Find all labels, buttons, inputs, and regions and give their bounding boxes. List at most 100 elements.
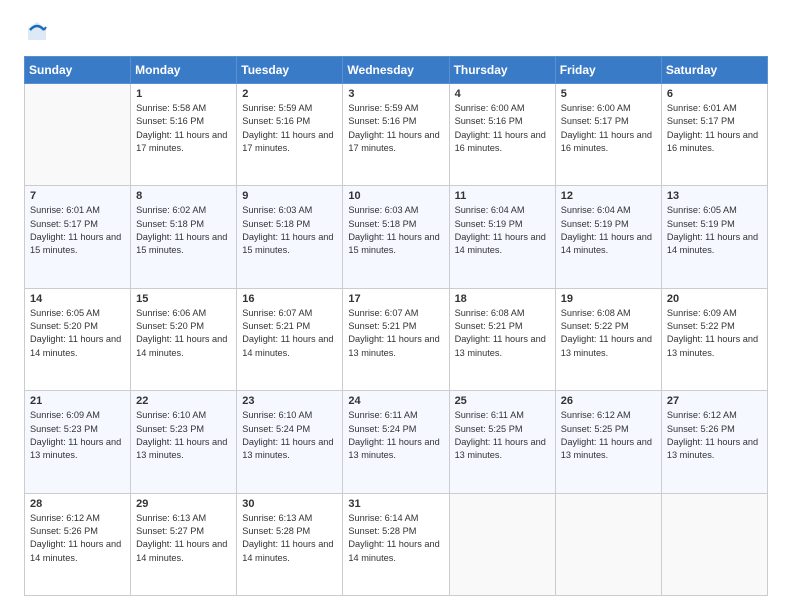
day-number: 22 xyxy=(136,395,231,407)
calendar-day-cell: 21 Sunrise: 6:09 AMSunset: 5:23 PMDayligh… xyxy=(25,391,131,493)
day-number: 31 xyxy=(348,498,443,510)
calendar-day-cell: 30 Sunrise: 6:13 AMSunset: 5:28 PMDayligh… xyxy=(237,493,343,595)
day-info: Sunrise: 6:02 AMSunset: 5:18 PMDaylight:… xyxy=(136,204,231,257)
calendar-day-header: Tuesday xyxy=(237,57,343,84)
day-number: 23 xyxy=(242,395,337,407)
calendar-day-cell: 9 Sunrise: 6:03 AMSunset: 5:18 PMDaylight… xyxy=(237,186,343,288)
day-info: Sunrise: 6:13 AMSunset: 5:27 PMDaylight:… xyxy=(136,512,231,565)
calendar-day-cell xyxy=(555,493,661,595)
day-info: Sunrise: 6:10 AMSunset: 5:24 PMDaylight:… xyxy=(242,409,337,462)
day-info: Sunrise: 6:08 AMSunset: 5:21 PMDaylight:… xyxy=(455,307,550,360)
day-info: Sunrise: 6:06 AMSunset: 5:20 PMDaylight:… xyxy=(136,307,231,360)
calendar-day-cell: 7Sunrise: 6:01 AMSunset: 5:17 PMDaylight… xyxy=(25,186,131,288)
day-number: 27 xyxy=(667,395,762,407)
calendar-day-cell: 28 Sunrise: 6:12 AMSunset: 5:26 PMDayligh… xyxy=(25,493,131,595)
logo-text xyxy=(24,20,48,42)
day-number: 10 xyxy=(348,190,443,202)
calendar-week-row: 1 Sunrise: 5:58 AMSunset: 5:16 PMDaylight… xyxy=(25,84,768,186)
day-number: 9 xyxy=(242,190,337,202)
calendar-day-cell xyxy=(449,493,555,595)
calendar-day-header: Wednesday xyxy=(343,57,449,84)
calendar-day-cell: 20 Sunrise: 6:09 AMSunset: 5:22 PMDayligh… xyxy=(661,288,767,390)
calendar-day-cell: 15 Sunrise: 6:06 AMSunset: 5:20 PMDayligh… xyxy=(131,288,237,390)
day-info: Sunrise: 5:59 AMSunset: 5:16 PMDaylight:… xyxy=(348,102,443,155)
calendar-day-cell: 23 Sunrise: 6:10 AMSunset: 5:24 PMDayligh… xyxy=(237,391,343,493)
day-number: 20 xyxy=(667,293,762,305)
day-info: Sunrise: 6:05 AMSunset: 5:20 PMDaylight:… xyxy=(30,307,125,360)
calendar-day-header: Friday xyxy=(555,57,661,84)
calendar-week-row: 14 Sunrise: 6:05 AMSunset: 5:20 PMDayligh… xyxy=(25,288,768,390)
calendar-day-header: Sunday xyxy=(25,57,131,84)
calendar-day-cell: 10 Sunrise: 6:03 AMSunset: 5:18 PMDayligh… xyxy=(343,186,449,288)
day-info: Sunrise: 6:09 AMSunset: 5:23 PMDaylight:… xyxy=(30,409,125,462)
day-info: Sunrise: 6:01 AMSunset: 5:17 PMDaylight:… xyxy=(667,102,762,155)
day-number: 5 xyxy=(561,88,656,100)
day-info: Sunrise: 6:01 AMSunset: 5:17 PMDaylight:… xyxy=(30,204,125,257)
day-info: Sunrise: 6:12 AMSunset: 5:25 PMDaylight:… xyxy=(561,409,656,462)
calendar-day-header: Saturday xyxy=(661,57,767,84)
calendar-day-cell: 1 Sunrise: 5:58 AMSunset: 5:16 PMDaylight… xyxy=(131,84,237,186)
day-number: 1 xyxy=(136,88,231,100)
day-info: Sunrise: 6:09 AMSunset: 5:22 PMDaylight:… xyxy=(667,307,762,360)
header xyxy=(24,20,768,42)
calendar-week-row: 21 Sunrise: 6:09 AMSunset: 5:23 PMDayligh… xyxy=(25,391,768,493)
logo-icon xyxy=(26,20,48,42)
day-info: Sunrise: 6:14 AMSunset: 5:28 PMDaylight:… xyxy=(348,512,443,565)
day-info: Sunrise: 5:58 AMSunset: 5:16 PMDaylight:… xyxy=(136,102,231,155)
calendar-day-cell: 29 Sunrise: 6:13 AMSunset: 5:27 PMDayligh… xyxy=(131,493,237,595)
calendar-day-cell: 18 Sunrise: 6:08 AMSunset: 5:21 PMDayligh… xyxy=(449,288,555,390)
day-number: 4 xyxy=(455,88,550,100)
day-info: Sunrise: 6:11 AMSunset: 5:24 PMDaylight:… xyxy=(348,409,443,462)
calendar-header-row: SundayMondayTuesdayWednesdayThursdayFrid… xyxy=(25,57,768,84)
day-number: 12 xyxy=(561,190,656,202)
calendar-day-cell xyxy=(661,493,767,595)
day-info: Sunrise: 6:03 AMSunset: 5:18 PMDaylight:… xyxy=(242,204,337,257)
day-number: 8 xyxy=(136,190,231,202)
calendar-day-cell: 8 Sunrise: 6:02 AMSunset: 5:18 PMDaylight… xyxy=(131,186,237,288)
day-info: Sunrise: 6:00 AMSunset: 5:17 PMDaylight:… xyxy=(561,102,656,155)
calendar-day-cell: 31 Sunrise: 6:14 AMSunset: 5:28 PMDayligh… xyxy=(343,493,449,595)
day-info: Sunrise: 6:04 AMSunset: 5:19 PMDaylight:… xyxy=(455,204,550,257)
calendar-day-cell: 3 Sunrise: 5:59 AMSunset: 5:16 PMDaylight… xyxy=(343,84,449,186)
day-info: Sunrise: 6:12 AMSunset: 5:26 PMDaylight:… xyxy=(667,409,762,462)
calendar-day-cell xyxy=(25,84,131,186)
day-number: 29 xyxy=(136,498,231,510)
calendar-day-cell: 4 Sunrise: 6:00 AMSunset: 5:16 PMDaylight… xyxy=(449,84,555,186)
calendar-day-cell: 22Sunrise: 6:10 AMSunset: 5:23 PMDayligh… xyxy=(131,391,237,493)
day-number: 16 xyxy=(242,293,337,305)
day-number: 18 xyxy=(455,293,550,305)
day-info: Sunrise: 6:08 AMSunset: 5:22 PMDaylight:… xyxy=(561,307,656,360)
day-info: Sunrise: 6:13 AMSunset: 5:28 PMDaylight:… xyxy=(242,512,337,565)
calendar-day-header: Monday xyxy=(131,57,237,84)
page: SundayMondayTuesdayWednesdayThursdayFrid… xyxy=(0,0,792,612)
day-info: Sunrise: 6:12 AMSunset: 5:26 PMDaylight:… xyxy=(30,512,125,565)
day-number: 26 xyxy=(561,395,656,407)
day-number: 3 xyxy=(348,88,443,100)
day-info: Sunrise: 6:00 AMSunset: 5:16 PMDaylight:… xyxy=(455,102,550,155)
calendar-day-cell: 6 Sunrise: 6:01 AMSunset: 5:17 PMDaylight… xyxy=(661,84,767,186)
calendar-day-header: Thursday xyxy=(449,57,555,84)
day-number: 14 xyxy=(30,293,125,305)
day-info: Sunrise: 6:03 AMSunset: 5:18 PMDaylight:… xyxy=(348,204,443,257)
day-number: 19 xyxy=(561,293,656,305)
day-info: Sunrise: 6:07 AMSunset: 5:21 PMDaylight:… xyxy=(242,307,337,360)
day-number: 25 xyxy=(455,395,550,407)
day-number: 2 xyxy=(242,88,337,100)
day-number: 21 xyxy=(30,395,125,407)
calendar-day-cell: 11Sunrise: 6:04 AMSunset: 5:19 PMDayligh… xyxy=(449,186,555,288)
calendar-day-cell: 16 Sunrise: 6:07 AMSunset: 5:21 PMDayligh… xyxy=(237,288,343,390)
logo xyxy=(24,20,48,42)
calendar-day-cell: 12Sunrise: 6:04 AMSunset: 5:19 PMDayligh… xyxy=(555,186,661,288)
calendar-week-row: 7Sunrise: 6:01 AMSunset: 5:17 PMDaylight… xyxy=(25,186,768,288)
calendar-day-cell: 25 Sunrise: 6:11 AMSunset: 5:25 PMDayligh… xyxy=(449,391,555,493)
calendar-day-cell: 27 Sunrise: 6:12 AMSunset: 5:26 PMDayligh… xyxy=(661,391,767,493)
day-info: Sunrise: 5:59 AMSunset: 5:16 PMDaylight:… xyxy=(242,102,337,155)
day-number: 28 xyxy=(30,498,125,510)
day-info: Sunrise: 6:07 AMSunset: 5:21 PMDaylight:… xyxy=(348,307,443,360)
day-number: 6 xyxy=(667,88,762,100)
day-number: 17 xyxy=(348,293,443,305)
day-number: 30 xyxy=(242,498,337,510)
day-info: Sunrise: 6:11 AMSunset: 5:25 PMDaylight:… xyxy=(455,409,550,462)
day-number: 13 xyxy=(667,190,762,202)
day-number: 15 xyxy=(136,293,231,305)
